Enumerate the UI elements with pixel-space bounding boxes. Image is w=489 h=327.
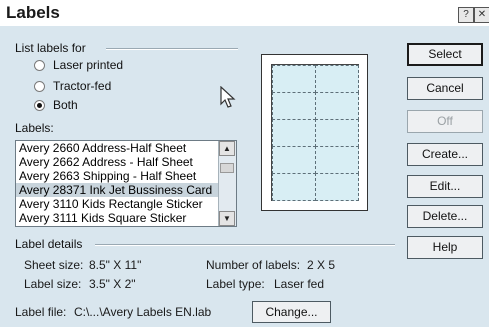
- radio-tractor-fed[interactable]: Tractor-fed: [34, 78, 111, 94]
- cancel-button[interactable]: Cancel: [407, 77, 483, 100]
- radio-label: Both: [53, 98, 78, 112]
- divider: [106, 48, 238, 50]
- radio-both[interactable]: Both: [34, 97, 78, 113]
- label-cell: [271, 118, 316, 147]
- label-cell: [271, 91, 316, 120]
- label-grid: [271, 64, 359, 201]
- label-cell: [314, 91, 359, 120]
- close-icon[interactable]: ✕: [474, 7, 489, 23]
- label-cell: [314, 145, 359, 174]
- list-item-selected[interactable]: Avery 28371 Ink Jet Bussiness Card: [16, 183, 236, 197]
- mouse-pointer-icon: [220, 86, 236, 108]
- sheet-size-label: Sheet size:: [24, 258, 84, 272]
- create-button[interactable]: Create...: [407, 143, 483, 166]
- labels-listbox[interactable]: Avery 2660 Address-Half Sheet Avery 2662…: [15, 140, 237, 227]
- labels-dialog: Labels ? ✕ List labels for Laser printed…: [0, 0, 489, 327]
- edit-button[interactable]: Edit...: [407, 175, 483, 198]
- label-size-value: 3.5" X 2": [89, 277, 136, 291]
- label-cell: [271, 145, 316, 174]
- label-cell: [271, 64, 316, 93]
- label-file-label: Label file:: [15, 305, 67, 319]
- label-size-label: Label size:: [24, 277, 82, 291]
- label-cell: [314, 64, 359, 93]
- help-button[interactable]: Help: [407, 236, 483, 259]
- vertical-scrollbar[interactable]: ▲ ▼: [218, 141, 236, 226]
- scroll-down-icon[interactable]: ▼: [219, 211, 235, 226]
- list-item[interactable]: Avery 3110 Kids Rectangle Sticker: [16, 197, 236, 211]
- delete-button[interactable]: Delete...: [407, 205, 483, 228]
- label-type-label: Label type:: [206, 277, 265, 291]
- off-button[interactable]: Off: [407, 110, 483, 133]
- change-button[interactable]: Change...: [252, 301, 331, 323]
- number-of-labels-value: 2 X 5: [307, 258, 336, 272]
- label-cell: [271, 172, 316, 201]
- sheet-size-value: 8.5" X 11": [89, 258, 142, 272]
- radio-button-selected-icon[interactable]: [34, 99, 45, 111]
- label-cell: [314, 172, 359, 201]
- radio-button-icon[interactable]: [34, 80, 45, 92]
- label-type-value: Laser fed: [274, 277, 325, 291]
- select-button[interactable]: Select: [407, 43, 483, 66]
- number-of-labels-label: Number of labels:: [206, 258, 301, 272]
- label-cell: [314, 118, 359, 147]
- list-item[interactable]: Avery 2662 Address - Half Sheet: [16, 155, 236, 169]
- radio-button-icon[interactable]: [34, 59, 45, 71]
- labels-heading: Labels:: [15, 121, 54, 135]
- list-item[interactable]: Avery 2663 Shipping - Half Sheet: [16, 169, 236, 183]
- list-item[interactable]: Avery 3111 Kids Square Sticker: [16, 211, 236, 225]
- scroll-up-icon[interactable]: ▲: [219, 141, 235, 156]
- label-details-heading: Label details: [15, 237, 83, 251]
- label-sheet-preview: [261, 54, 368, 211]
- list-labels-for-heading: List labels for: [15, 41, 86, 55]
- radio-label: Tractor-fed: [53, 79, 112, 93]
- label-file-path: C:\...\Avery Labels EN.lab: [74, 305, 212, 319]
- list-item[interactable]: Avery 2660 Address-Half Sheet: [16, 141, 236, 155]
- radio-laser-printed[interactable]: Laser printed: [34, 57, 123, 73]
- radio-label: Laser printed: [53, 58, 124, 72]
- divider: [95, 244, 395, 246]
- scroll-thumb[interactable]: [220, 163, 234, 173]
- help-icon[interactable]: ?: [458, 7, 474, 23]
- title-bar: Labels ? ✕: [0, 0, 489, 26]
- window-title: Labels: [6, 3, 60, 22]
